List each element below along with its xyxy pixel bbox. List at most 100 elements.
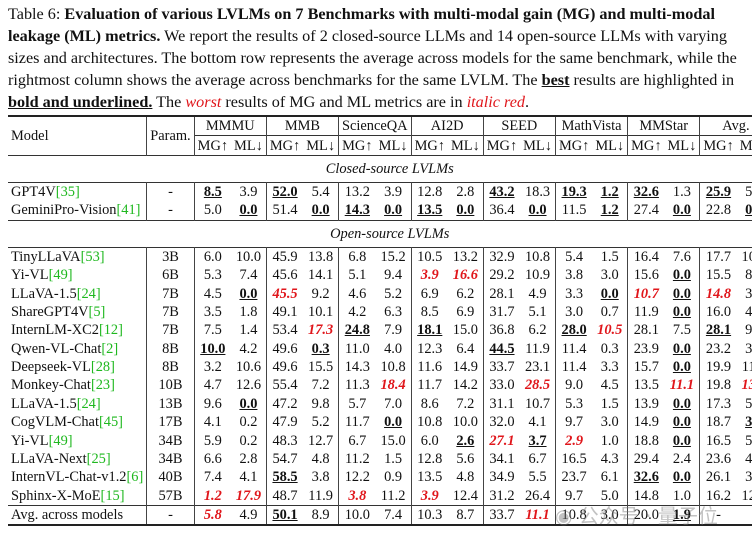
param-size: 3B [146,247,195,266]
metric-cell: 2.4 [665,450,700,468]
metric-value: 6.4 [456,340,475,357]
section-label: Closed-source LVLMs [325,160,454,177]
metric-value: 11.5 [561,202,587,219]
header-benchmark: SEED [482,116,556,136]
model-label: InternLM-XC2 [11,322,99,339]
metric-cell: 3.0 [554,302,593,322]
table-row: GPT4V[35] -8.5 3.9 52.0 5.4 13.2 3.9 12.8 2.8 43.… [8,182,752,202]
metric-cell: 28.5 [520,376,555,394]
metric-value: 6.6 [203,451,222,468]
table-caption: Table 6: Evaluation of various LVLMs on … [8,3,746,113]
metric-cell: 15.5 [699,265,737,285]
metric-value-worst: 17.9 [235,487,262,504]
citation-link[interactable]: [45] [99,414,123,430]
metric-value: 10.8 [380,359,406,376]
citation-link[interactable]: [6] [127,469,144,485]
metric-cell: 5.1 [338,265,376,285]
citation-link[interactable]: [12] [99,322,123,338]
param-size: 17B [146,413,195,432]
model-label: ShareGPT4V [11,303,89,320]
metric-cell: 0.0 [231,284,266,302]
metric-value: 6.2 [528,322,547,339]
metric-value: 13.5 [633,377,659,394]
metric-value-best: 0.3 [311,340,330,357]
metric-value: 16.5 [561,451,587,468]
citation-link[interactable]: [25] [87,451,111,467]
metric-value: 11.4 [561,340,587,357]
model-label: LLaVA-1.5 [11,285,77,302]
citation-link[interactable]: [35] [56,184,80,200]
header-ml: ML↓ [231,135,267,156]
metric-value: 14.1 [308,267,334,284]
citation-link[interactable]: [24] [77,286,101,302]
metric-cell: 31.7 [482,302,521,322]
metric-value: 7.2 [456,395,475,412]
metric-cell: 31.2 [482,486,521,506]
metric-value: 6.9 [456,303,475,320]
metric-cell: 23.9 [627,339,665,358]
metric-cell: 33.7 [482,357,521,377]
metric-cell: 0.0 [376,413,411,431]
metric-value: 7.5 [672,322,691,339]
metric-cell: 50.1 [265,505,304,526]
metric-value: 3.5 [203,303,222,320]
citation-link[interactable]: [23] [91,377,115,393]
metric-value: 15.0 [380,432,406,449]
table-row: ShareGPT4V[5] 7B 3.5 1.8 49.1 10.1 4.2 6.3 8.5 6.… [8,302,752,322]
citation-link[interactable]: [5] [89,304,106,320]
metric-value-best: 10.0 [200,340,226,357]
metric-cell: 1.8 [231,303,266,321]
metric-value: 15.0 [452,322,478,339]
metric-value: 7.4 [203,469,222,486]
metric-cell: 28.1 [699,321,737,340]
metric-cell: 5.5 [520,468,555,486]
metric-value-worst: 11.1 [669,377,695,394]
citation-link[interactable]: [15] [101,488,125,504]
metric-value-worst: 5.8 [203,507,222,524]
metric-value: 7.5 [203,322,222,339]
metric-cell: 12.4 [448,487,483,506]
metric-cell: 44.5 [482,339,521,358]
metric-value: 9.0 [565,377,584,394]
table-body: Closed-source LVLMs GPT4V[35] -8.5 3.9 52.0 5… [8,155,752,526]
citation-link[interactable]: [41] [116,202,140,218]
metric-value-best: 18.1 [417,322,443,339]
metric-cell: 6.4 [448,340,483,358]
metric-value: 12.3 [417,340,443,357]
metric-cell: 3.8 [554,265,593,285]
header-mg: MG↑ [410,135,448,156]
metric-cell: 11.7 [338,413,376,432]
metric-value: 7.4 [239,267,258,284]
metric-value-best: 44.5 [489,340,515,357]
model-label: Monkey-Chat [11,377,91,394]
metric-value-best: 0.0 [672,303,691,320]
citation-link[interactable]: [24] [77,396,101,412]
metric-value: 5.0 [203,202,222,219]
model-name: LLaVA-Next[25] [8,450,147,468]
metric-value: 11.3 [344,377,370,394]
metric-value: 28.1 [489,285,515,302]
metric-value: 9.4 [745,322,752,339]
metric-cell: 1.2 [592,201,627,220]
citation-link[interactable]: [2] [101,341,118,357]
metric-cell: 4.8 [448,468,483,486]
metric-value-best: 13.5 [417,202,443,219]
metric-cell: 14.9 [448,358,483,376]
metric-value: 12.6 [235,377,262,394]
model-label: LLaVA-1.5 [11,395,77,412]
metric-cell: 23.6 [699,449,737,469]
metric-value: 6.8 [348,248,367,265]
header-ml: ML↓ [664,135,700,156]
metric-cell: 34.9 [482,468,521,487]
citation-link[interactable]: [28] [91,359,115,375]
header-benchmark: AI2D [410,116,484,136]
model-label: Deepseek-VL [11,359,91,376]
metric-value: 0.2 [239,414,258,431]
metric-cell: 3.6 [737,284,752,302]
metric-cell: 4.7 [193,376,232,395]
citation-link[interactable]: [53] [81,249,105,265]
citation-link[interactable]: [49] [49,433,73,449]
citation-link[interactable]: [49] [49,267,73,283]
metric-value: 11.7 [417,377,443,394]
metric-value: 19.9 [705,359,732,376]
